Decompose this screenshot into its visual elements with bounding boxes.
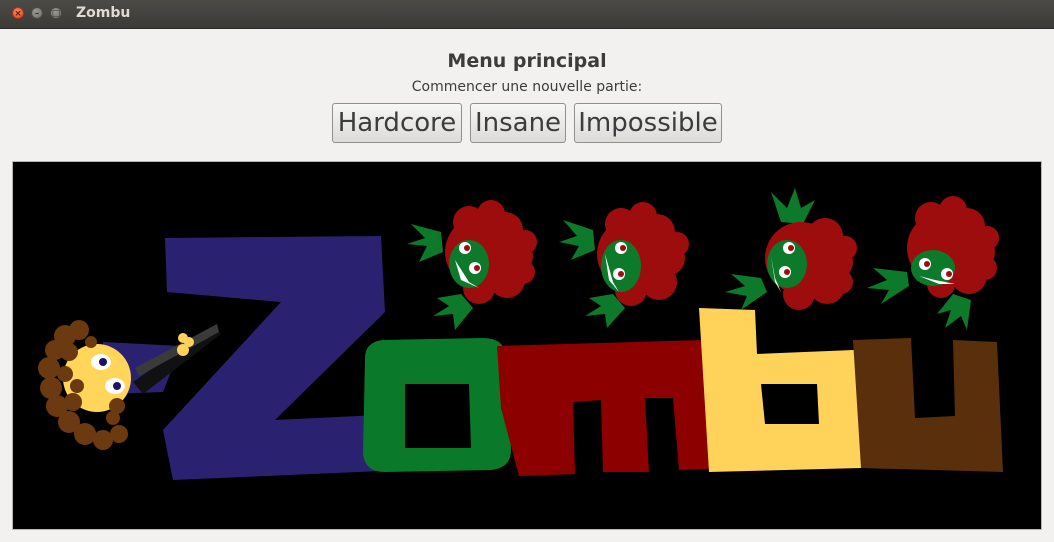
insane-button[interactable]: Insane <box>470 103 566 143</box>
maximize-icon[interactable]: □ <box>50 7 62 19</box>
zombu-logo-art <box>13 162 1041 529</box>
close-icon[interactable]: × <box>12 7 24 19</box>
impossible-button[interactable]: Impossible <box>574 103 722 143</box>
title-bar[interactable]: × – □ Zombu <box>0 0 1054 29</box>
logo-letter-m <box>497 340 725 476</box>
hardcore-button[interactable]: Hardcore <box>332 103 462 143</box>
menu-subtitle: Commencer une nouvelle partie: <box>411 79 643 95</box>
difficulty-button-row: Hardcore Insane Impossible <box>0 103 1054 143</box>
menu-heading: Menu principal <box>447 50 607 72</box>
minimize-icon[interactable]: – <box>31 7 43 19</box>
app-window: × – □ Zombu Menu principal Commencer une… <box>0 0 1054 542</box>
zombu-logo-banner <box>12 161 1042 530</box>
window-title: Zombu <box>76 5 131 21</box>
